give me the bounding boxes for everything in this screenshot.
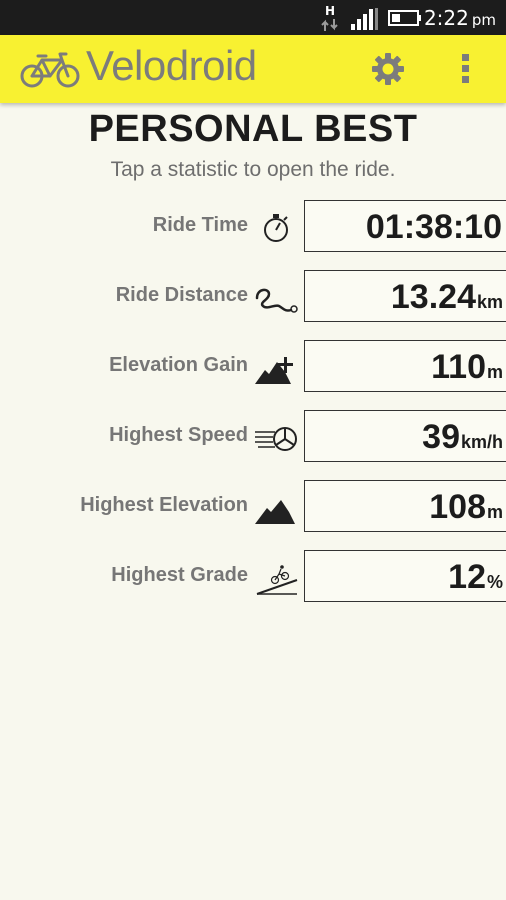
bicycle-icon[interactable]: [20, 50, 80, 90]
stat-number: 39: [422, 418, 460, 456]
stat-label: Highest Elevation: [80, 494, 248, 516]
mountain-icon: [255, 500, 295, 524]
stat-label: Highest Grade: [111, 564, 248, 586]
stat-value-box[interactable]: 12%: [304, 550, 506, 602]
mountain-plus-icon: [255, 357, 293, 384]
stat-number: 01:38:10: [365, 208, 502, 246]
settings-gear-icon[interactable]: [371, 52, 405, 86]
action-bar: Velodroid: [0, 35, 506, 103]
speeding-wheel-icon: [255, 427, 297, 451]
winding-road-icon: [255, 288, 298, 313]
stat-row-ride-time[interactable]: Ride Time 01:38:10: [0, 200, 506, 256]
stat-row-highest-speed[interactable]: Highest Speed 39km/h: [0, 410, 506, 466]
stat-label: Ride Time: [152, 214, 248, 236]
stat-value-box[interactable]: 108m: [304, 480, 506, 532]
stat-value: 12%: [448, 558, 503, 597]
stat-value-box[interactable]: 39km/h: [304, 410, 506, 462]
stat-value: 108m: [429, 488, 503, 527]
stat-value: 13.24km: [391, 278, 503, 317]
stat-value: 01:38:10: [366, 208, 503, 247]
stat-unit: km: [476, 292, 503, 312]
clock-time: 2:22: [423, 6, 469, 30]
stat-value-box[interactable]: 110m: [304, 340, 506, 392]
stat-unit: m: [486, 502, 503, 522]
overflow-menu-icon[interactable]: [456, 51, 476, 87]
stat-number: 108: [429, 488, 486, 526]
cyclist-slope-icon: [256, 565, 298, 595]
clock: 2:22 pm: [424, 6, 496, 30]
stat-row-highest-grade[interactable]: Highest Grade 12%: [0, 550, 506, 606]
stopwatch-icon: [264, 214, 288, 242]
stat-number: 13.24: [390, 278, 476, 316]
clock-ampm: pm: [471, 11, 496, 29]
stat-row-elevation-gain[interactable]: Elevation Gain 110m: [0, 340, 506, 396]
stat-label: Highest Speed: [109, 424, 248, 446]
stat-row-highest-elevation[interactable]: Highest Elevation 108m: [0, 480, 506, 536]
page-title: PERSONAL BEST: [88, 108, 418, 150]
status-bar: H 2:22 pm: [0, 0, 506, 35]
page-subtitle: Tap a statistic to open the ride.: [110, 158, 396, 181]
network-activity-icon: H: [321, 4, 338, 31]
stat-label: Elevation Gain: [109, 354, 248, 376]
stat-label: Ride Distance: [115, 284, 248, 306]
stat-number: 110: [431, 348, 486, 386]
stat-row-ride-distance[interactable]: Ride Distance 13.24km: [0, 270, 506, 326]
stat-value-box[interactable]: 01:38:10: [304, 200, 506, 252]
stat-value: 110m: [431, 348, 503, 387]
stat-unit: m: [486, 362, 503, 382]
stat-number: 12: [448, 558, 486, 596]
signal-strength-icon: [351, 8, 378, 30]
stat-value: 39km/h: [422, 418, 503, 457]
stat-value-box[interactable]: 13.24km: [304, 270, 506, 322]
app-title: Velodroid: [86, 42, 257, 89]
battery-icon: [388, 10, 421, 26]
network-type-label: H: [325, 4, 335, 18]
stat-unit: %: [486, 572, 503, 592]
stat-unit: km/h: [460, 432, 503, 452]
